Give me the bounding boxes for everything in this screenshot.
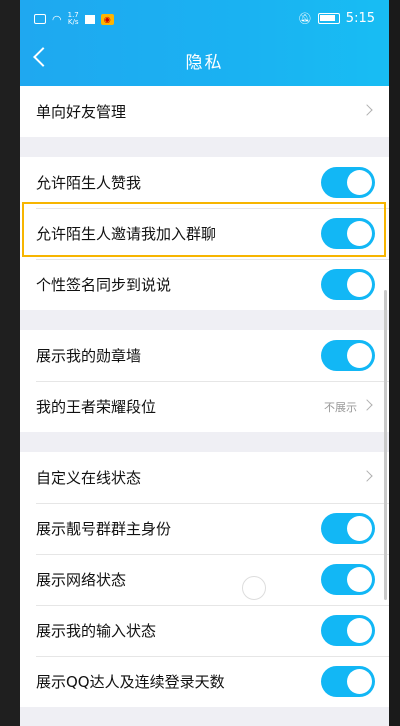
settings-group: 单向好友管理 (20, 86, 389, 137)
row-label: 单向好友管理 (36, 103, 127, 121)
settings-group: 自定义在线状态 展示靓号群群主身份 展示网络状态 展示我的输入状态 展示QQ达人… (20, 452, 389, 707)
app-notification-icon: ◉ (100, 13, 114, 25)
row-medal-wall: 展示我的勋章墙 (20, 330, 389, 381)
row-label: 展示QQ达人及连续登录天数 (36, 673, 225, 691)
row-qq-expert-days: 展示QQ达人及连续登录天数 (20, 656, 389, 707)
nav-bar: 隐私 (20, 34, 389, 86)
toggle-switch[interactable] (321, 167, 375, 198)
settings-group: 展示我的勋章墙 我的王者荣耀段位 不展示 (20, 330, 389, 432)
toggle-switch[interactable] (321, 666, 375, 697)
clock: 5:15 (345, 11, 375, 26)
toggle-knob (347, 272, 372, 297)
battery-icon (317, 13, 340, 24)
row-network-status: 展示网络状态 (20, 554, 389, 605)
toggle-switch[interactable] (321, 513, 375, 544)
toggle-switch[interactable] (321, 218, 375, 249)
header: ◠ 1.7 K/s ◉ 🔕︎ 5:15 隐私 (20, 0, 389, 86)
wifi-icon: ◠ (52, 12, 62, 26)
row-label: 自定义在线状态 (36, 469, 142, 487)
settings-list: 单向好友管理 允许陌生人赞我 允许陌生人邀请我加入群聊 个性签名同步到说说 展示… (20, 86, 389, 707)
toggle-knob (347, 618, 372, 643)
group-gap (20, 310, 389, 330)
row-signature-sync: 个性签名同步到说说 (20, 259, 389, 310)
toggle-switch[interactable] (321, 340, 375, 371)
row-typing-status: 展示我的输入状态 (20, 605, 389, 656)
toggle-switch[interactable] (321, 615, 375, 646)
settings-group: 允许陌生人赞我 允许陌生人邀请我加入群聊 个性签名同步到说说 (20, 157, 389, 310)
row-value: 不展示 (324, 401, 357, 414)
row-allow-stranger-invite: 允许陌生人邀请我加入群聊 (20, 208, 389, 259)
toggle-switch[interactable] (321, 269, 375, 300)
row-label: 展示网络状态 (36, 571, 127, 589)
page-title: 隐私 (185, 53, 224, 73)
network-speed: 1.7 K/s (67, 11, 79, 26)
chevron-right-icon (361, 104, 373, 116)
status-bar: ◠ 1.7 K/s ◉ 🔕︎ 5:15 (20, 0, 389, 34)
row-label: 个性签名同步到说说 (36, 276, 172, 294)
row-label: 展示靓号群群主身份 (36, 520, 172, 538)
toggle-knob (347, 516, 372, 541)
row-one-way-friends[interactable]: 单向好友管理 (20, 86, 389, 137)
toggle-knob (347, 221, 372, 246)
group-gap (20, 432, 389, 452)
phone-edge (389, 0, 400, 726)
touch-indicator (242, 576, 266, 600)
row-allow-stranger-like: 允许陌生人赞我 (20, 157, 389, 208)
row-custom-online-status[interactable]: 自定义在线状态 (20, 452, 389, 503)
toggle-knob (347, 567, 372, 592)
row-label: 允许陌生人赞我 (36, 174, 142, 192)
chevron-right-icon (361, 399, 373, 411)
screen: ◠ 1.7 K/s ◉ 🔕︎ 5:15 隐私 单向好友管理 允许陌生人赞我 允许… (20, 0, 389, 726)
row-label: 允许陌生人邀请我加入群聊 (36, 225, 217, 243)
row-label: 展示我的输入状态 (36, 622, 157, 640)
row-vip-group-owner: 展示靓号群群主身份 (20, 503, 389, 554)
status-left: ◠ 1.7 K/s ◉ (34, 12, 114, 26)
toggle-knob (347, 343, 372, 368)
scrollbar[interactable] (384, 290, 387, 600)
chevron-right-icon (361, 470, 373, 482)
mute-icon: 🔕︎ (297, 12, 312, 25)
sim-icon (34, 14, 46, 24)
group-gap (20, 137, 389, 157)
toggle-switch[interactable] (321, 564, 375, 595)
row-label: 我的王者荣耀段位 (36, 398, 157, 416)
row-label: 展示我的勋章墙 (36, 347, 142, 365)
toggle-knob (347, 170, 372, 195)
row-honor-of-kings-rank[interactable]: 我的王者荣耀段位 不展示 (20, 381, 389, 432)
notification-icon (84, 14, 95, 24)
toggle-knob (347, 669, 372, 694)
status-right: 🔕︎ 5:15 (298, 11, 375, 26)
